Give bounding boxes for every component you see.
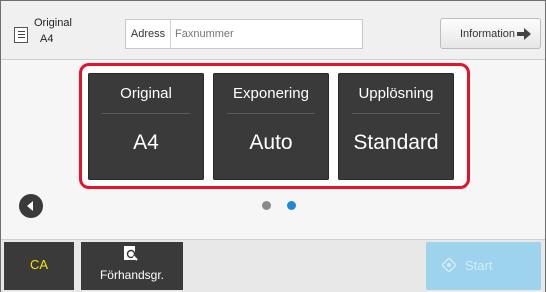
start-diamond-icon — [442, 258, 456, 272]
bottom-bar: CA Förhandsgr. Start — [1, 239, 545, 292]
page-dot-1[interactable] — [262, 201, 271, 210]
page-dot-2-active[interactable] — [287, 201, 296, 210]
settings-frame: Original A4 Exponering Auto Upplösning S… — [79, 63, 470, 189]
divider — [352, 113, 440, 114]
divider — [102, 113, 190, 114]
setting-title: Exponering — [233, 85, 309, 102]
start-label: Start — [465, 258, 493, 273]
preview-button[interactable]: Förhandsgr. — [81, 242, 183, 290]
original-size: A4 — [40, 33, 54, 45]
setting-title: Original — [120, 85, 172, 102]
setting-card-resolution[interactable]: Upplösning Standard — [338, 73, 454, 180]
setting-card-exposure[interactable]: Exponering Auto — [213, 73, 329, 180]
setting-title: Upplösning — [358, 85, 434, 102]
preview-label: Förhandsgr. — [99, 268, 165, 282]
setting-card-original[interactable]: Original A4 — [88, 73, 204, 180]
start-button[interactable]: Start — [426, 242, 541, 290]
original-document-icon[interactable] — [14, 27, 28, 43]
setting-value: Auto — [249, 131, 293, 154]
ca-button[interactable]: CA — [4, 242, 74, 290]
fax-screen: Original A4 Adress Information Original … — [0, 0, 546, 292]
fax-number-input[interactable] — [175, 20, 355, 48]
back-button[interactable] — [19, 194, 43, 218]
ca-label: CA — [29, 257, 49, 272]
divider — [227, 113, 315, 114]
preview-magnifier-icon — [124, 246, 138, 261]
arrow-right-icon — [517, 28, 531, 40]
address-field[interactable]: Adress — [125, 19, 363, 49]
address-label[interactable]: Adress — [126, 20, 171, 48]
original-label: Original — [34, 17, 72, 29]
information-label: Information — [460, 28, 516, 40]
information-button[interactable]: Information — [440, 18, 541, 49]
back-arrow-icon — [27, 201, 33, 211]
setting-value: A4 — [133, 131, 159, 154]
setting-value: Standard — [353, 131, 439, 154]
top-bar: Original A4 Adress Information — [1, 1, 545, 60]
